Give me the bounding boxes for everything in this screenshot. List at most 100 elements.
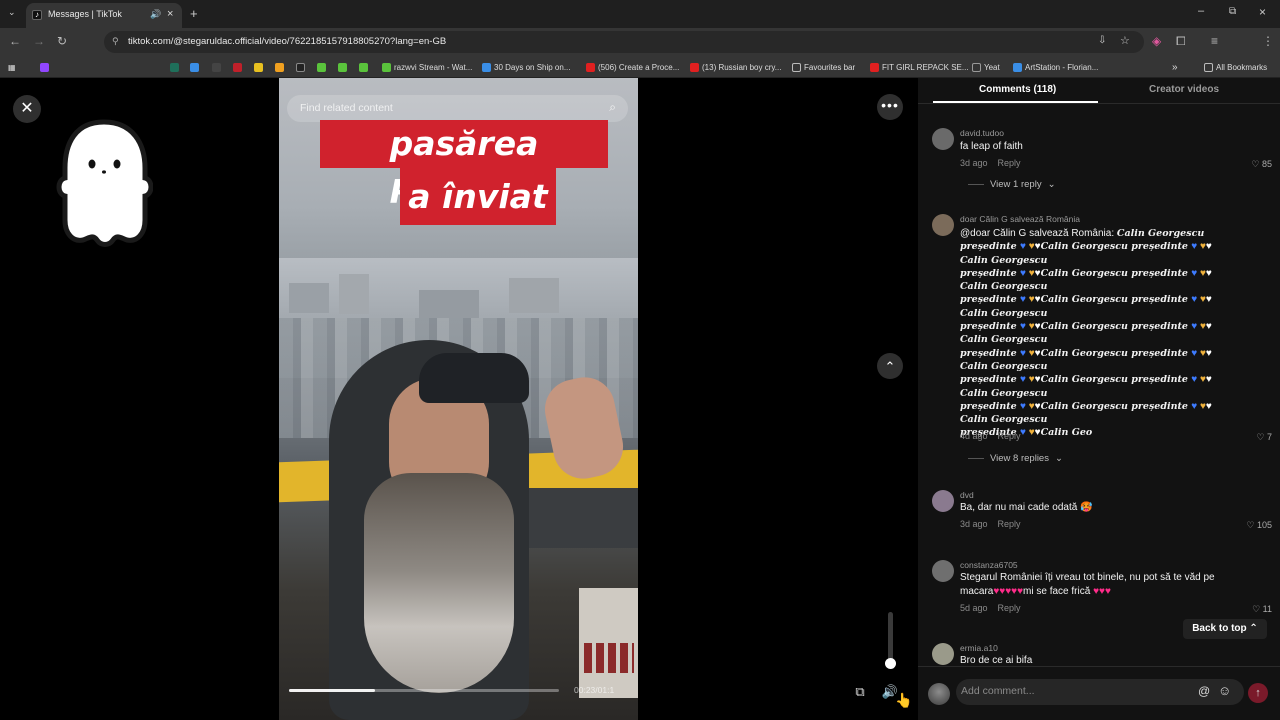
find-related-content-search[interactable]: Find related content ⌕ xyxy=(287,95,628,122)
avatar[interactable] xyxy=(932,560,954,582)
tab-close-icon[interactable]: × xyxy=(167,8,173,20)
bookmark-icon-only[interactable] xyxy=(233,60,242,74)
install-app-icon[interactable]: ⇩ xyxy=(1098,35,1106,46)
comment-text-part: președinte xyxy=(1131,294,1192,306)
comment-text-part: președinte xyxy=(960,267,1020,279)
bookmark-item[interactable]: (13) Russian boy cry... xyxy=(690,60,781,74)
comment-item: david.tudoo fa leap of faith 3d ago Reply… xyxy=(932,128,1272,198)
white-heart-icon: ♥ xyxy=(1205,267,1212,279)
avatar[interactable] xyxy=(932,643,954,665)
bookmarks-overflow-icon[interactable]: » xyxy=(1172,60,1178,74)
reply-button[interactable]: Reply xyxy=(998,158,1021,168)
bookmark-icon-only[interactable] xyxy=(338,60,347,74)
comment-text-part: Calin Georgescu xyxy=(1116,228,1205,239)
comment-username[interactable]: dvd xyxy=(960,490,974,500)
reply-button[interactable]: Reply xyxy=(998,519,1021,529)
heart-icon[interactable]: ♡ xyxy=(1246,520,1254,530)
avatar[interactable] xyxy=(928,683,950,705)
emoji-icon[interactable]: ☺ xyxy=(1218,683,1231,698)
reply-button[interactable]: Reply xyxy=(998,431,1021,441)
bookmark-folder[interactable]: Favourites bar xyxy=(792,60,855,74)
bookmark-icon-only[interactable] xyxy=(254,60,263,74)
volume-handle[interactable] xyxy=(885,658,896,669)
comment-text-part: președinte xyxy=(960,374,1020,386)
video-player[interactable]: Find related content ⌕ pasărea Phoenix a… xyxy=(279,78,638,720)
new-tab-icon[interactable]: + xyxy=(190,6,198,21)
comment-text-line: Calin Georgescu xyxy=(960,387,1212,400)
bookmark-item[interactable]: razwvi Stream - Wat... xyxy=(382,60,472,74)
comment-text-part: președinte xyxy=(1131,321,1192,333)
comment-username[interactable]: ermia.a10 xyxy=(960,643,998,653)
bookmark-star-icon[interactable]: ☆ xyxy=(1120,34,1130,47)
bookmark-icon-only[interactable] xyxy=(190,60,199,74)
bookmark-icon-only[interactable] xyxy=(40,60,49,74)
building xyxy=(289,283,329,313)
site-info-icon[interactable]: ⚲ xyxy=(112,36,119,47)
blue-heart-icon: ♥ xyxy=(1019,374,1026,386)
browser-tab[interactable]: ♪ Messages | TikTok 🔊 × xyxy=(26,3,182,28)
extension-icon[interactable]: ◈ xyxy=(1152,34,1161,48)
comment-text-line: președinte ♥ ♥ ♥ Calin Georgescu președint… xyxy=(960,267,1212,280)
bookmark-item[interactable]: Yeat xyxy=(972,60,1000,74)
avatar[interactable] xyxy=(932,128,954,150)
video-progress-bar[interactable] xyxy=(289,689,559,692)
bookmark-label: Yeat xyxy=(984,62,1000,72)
bookmark-favicon-icon xyxy=(1013,62,1022,72)
view-replies-label: View 1 reply xyxy=(990,179,1042,190)
previous-video-button[interactable]: ⌃ xyxy=(877,353,903,379)
bookmark-item[interactable]: 30 Days on Ship on... xyxy=(482,60,571,74)
avatar[interactable] xyxy=(932,490,954,512)
more-options-button[interactable]: ••• xyxy=(877,94,903,120)
close-viewer-button[interactable]: ✕ xyxy=(13,95,41,123)
minimize-icon[interactable]: – xyxy=(1198,5,1204,17)
all-bookmarks[interactable]: All Bookmarks xyxy=(1204,60,1267,74)
heart-icon[interactable]: ♡ xyxy=(1251,159,1259,169)
picture-in-picture-icon[interactable]: ⧉ xyxy=(850,684,870,702)
blue-heart-icon: ♥ xyxy=(1191,241,1198,253)
view-replies-button[interactable]: View 1 reply ⌄ xyxy=(968,179,1056,190)
building xyxy=(339,274,369,314)
comment-text: @doar Călin G salvează România: Calin Ge… xyxy=(960,227,1212,440)
bookmark-item[interactable]: (506) Create a Proce... xyxy=(586,60,679,74)
reply-button[interactable]: Reply xyxy=(998,603,1021,613)
tab-audio-icon[interactable]: 🔊 xyxy=(150,9,161,20)
bookmark-icon-only[interactable] xyxy=(296,60,305,74)
media-controls-icon[interactable]: ≡ xyxy=(1211,34,1218,48)
view-replies-label: View 8 replies xyxy=(990,453,1049,464)
url-field[interactable]: ⚲ tiktok.com/@stegaruldac.official/video… xyxy=(104,31,1144,53)
bookmark-icon-only[interactable] xyxy=(275,60,284,74)
heart-icon[interactable]: ♡ xyxy=(1252,604,1260,614)
back-to-top-button[interactable]: Back to top ⌃ xyxy=(1183,619,1267,639)
parked-cars xyxy=(584,643,634,673)
avatar[interactable] xyxy=(932,214,954,236)
like-count: 11 xyxy=(1262,604,1272,614)
comment-username[interactable]: constanza6705 xyxy=(960,560,1018,570)
tab-search-icon[interactable]: ⌄ xyxy=(8,7,16,18)
bookmark-item[interactable]: FIT GIRL REPACK SE... xyxy=(870,60,969,74)
bookmark-icon-only[interactable] xyxy=(359,60,368,74)
back-icon[interactable]: ← xyxy=(9,34,21,48)
apps-grid-icon[interactable]: ▦ xyxy=(8,60,16,74)
tab-creator-videos[interactable]: Creator videos xyxy=(1149,84,1219,95)
comment-username[interactable]: david.tudoo xyxy=(960,128,1004,138)
bookmark-icon-only[interactable] xyxy=(317,60,326,74)
mention-icon[interactable]: @ xyxy=(1198,684,1210,698)
extensions-puzzle-icon[interactable]: ⧠ xyxy=(1176,34,1186,49)
tab-comments[interactable]: Comments (118) xyxy=(979,84,1056,95)
restore-icon[interactable]: ⧉ xyxy=(1229,6,1236,17)
comment-text-part: președinte xyxy=(960,400,1020,412)
bookmark-icon-only[interactable] xyxy=(212,60,221,74)
post-arrow-icon[interactable]: ↑ xyxy=(1248,683,1268,703)
window-close-icon[interactable]: × xyxy=(1259,5,1266,19)
forward-icon[interactable]: → xyxy=(33,34,45,48)
double-chevron-up-icon: ⌃ xyxy=(1249,623,1258,634)
comment-username[interactable]: doar Călin G salvează România xyxy=(960,214,1080,224)
heart-icon[interactable]: ♡ xyxy=(1256,432,1264,442)
menu-kebab-icon[interactable]: ⋮ xyxy=(1262,34,1274,48)
search-icon: ⌕ xyxy=(609,100,616,114)
building xyxy=(509,278,559,313)
reload-icon[interactable]: ↻ xyxy=(57,34,67,48)
view-replies-button[interactable]: View 8 replies ⌄ xyxy=(968,453,1063,464)
bookmark-item[interactable]: ArtStation - Florian... xyxy=(1013,60,1098,74)
bookmark-icon-only[interactable] xyxy=(170,60,179,74)
